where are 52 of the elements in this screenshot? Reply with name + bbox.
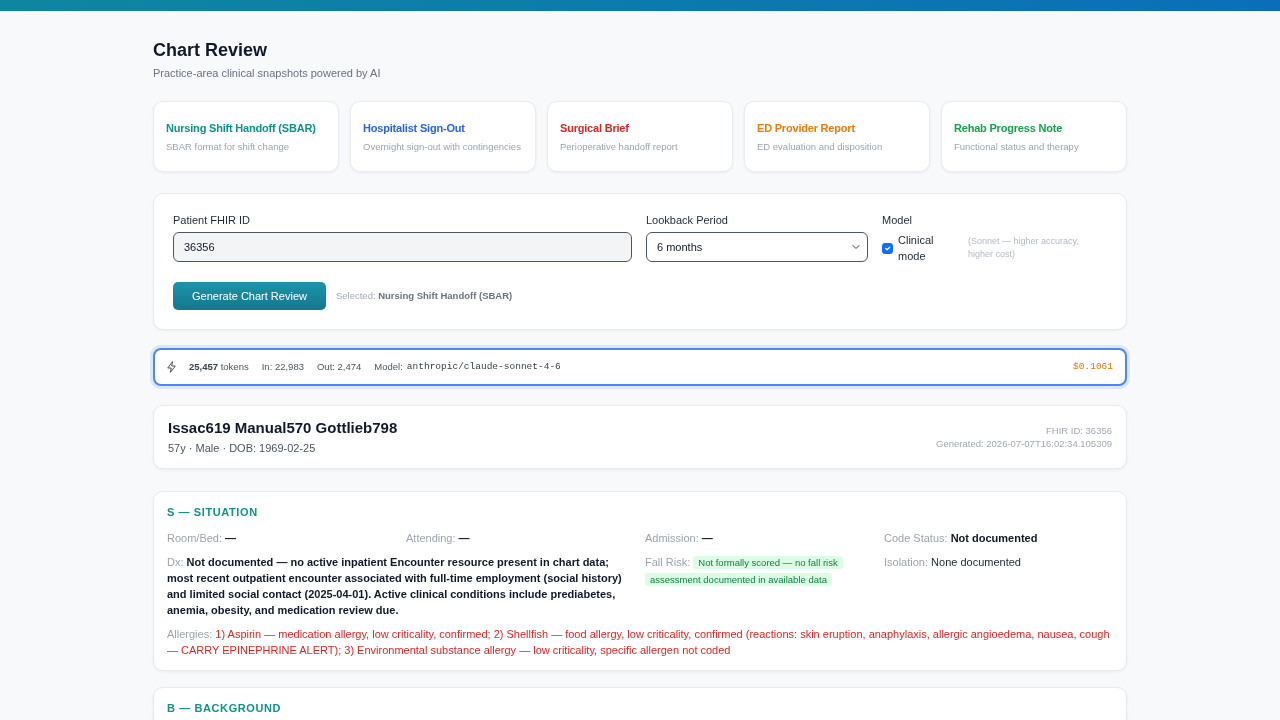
checkbox-label: Clinical mode xyxy=(898,233,935,264)
field-value: Not documented xyxy=(950,532,1038,544)
template-title: Hospitalist Sign-Out xyxy=(363,120,466,136)
patient-name: Issac619 Manual570 Gottlieb798 xyxy=(168,418,398,438)
model-hint: (Sonnet — higher accuracy, higher cost) xyxy=(968,235,1080,261)
generate-button[interactable]: Generate Chart Review xyxy=(173,282,326,310)
section-heading: B — BACKGROUND xyxy=(167,701,283,716)
template-description: ED evaluation and disposition xyxy=(757,139,884,153)
field-value: None documented xyxy=(931,556,1021,568)
page-subtitle: Practice-area clinical snapshots powered by AI xyxy=(153,66,382,81)
model-name: anthropic/claude-sonnet-4-6 xyxy=(406,359,561,374)
template-description: Overnight sign-out with contingencies xyxy=(363,139,522,153)
template-description: SBAR format for shift change xyxy=(166,139,291,153)
template-card[interactable]: Rehab Progress Note Functional status and therapy xyxy=(941,101,1127,172)
template-description: Functional status and therapy xyxy=(954,139,1080,153)
section-heading: S — SITUATION xyxy=(167,505,259,520)
field-label: Isolation: xyxy=(884,556,929,568)
lookback-select[interactable]: 6 months xyxy=(646,232,868,262)
field-value: — xyxy=(701,532,713,544)
template-title: ED Provider Report xyxy=(757,120,856,136)
field-label: Room/Bed: xyxy=(167,532,223,544)
output-tokens: Out: 2,474 xyxy=(316,359,362,374)
template-card[interactable]: Hospitalist Sign-Out Overnight sign-out with contingencies xyxy=(350,101,536,172)
field-label: Patient FHIR ID xyxy=(173,213,252,227)
template-description: Perioperative handoff report xyxy=(560,139,679,153)
generated-timestamp: Generated: 2026-07-07T16:02:34.105309 xyxy=(936,437,1112,450)
token-total: 25,457 tokens xyxy=(189,359,249,374)
clinical-mode-checkbox[interactable] xyxy=(882,242,893,254)
field-label: Attending: xyxy=(406,532,456,544)
patient-details: 57y · Male · DOB: 1969-02-25 xyxy=(168,441,317,456)
template-card[interactable]: ED Provider Report ED evaluation and disposition xyxy=(744,101,930,172)
input-tokens: In: 22,983 xyxy=(261,359,304,374)
cost-amount: $0.1061 xyxy=(1073,359,1113,374)
template-title: Rehab Progress Note xyxy=(954,120,1064,136)
summary-text: Dx: Not documented — no active inpatient Encounter resource present in chart data; most recent outpatient encounter associated with full-time employment (social history) and limited social contact (2025-04-01). Active clinical conditions include prediabetes, anemia, obesity, and medication review due. xyxy=(167,555,623,618)
selected-template-text: Selected: Nursing Shift Handoff (SBAR) xyxy=(335,288,513,303)
template-card[interactable]: Surgical Brief Perioperative handoff report xyxy=(547,101,733,172)
template-title: Nursing Shift Handoff (SBAR) xyxy=(166,120,317,136)
template-title: Surgical Brief xyxy=(560,120,630,136)
template-card[interactable]: Nursing Shift Handoff (SBAR) SBAR format for shift change xyxy=(153,101,339,172)
alert-text: Allergies: 1) Aspirin — medication allergy, low criticality, confirmed; 2) Shellfish — food allergy, low criticality, confirmed (reactions: skin eruption, anaphylaxis, allergic angioedema, nausea, cough — CARRY EPINEPHRINE ALERT); 3) Environmental substance allergy — low criticality, specific allergen not coded xyxy=(167,627,1111,658)
field-value: — xyxy=(225,532,237,544)
page-title: Chart Review xyxy=(153,39,269,61)
field-label: Model xyxy=(882,213,913,227)
model-label: Model: xyxy=(374,359,403,374)
lightning-icon xyxy=(167,361,176,373)
field-label: Code Status: xyxy=(884,532,948,544)
field-label: Admission: xyxy=(645,532,699,544)
field-value: — xyxy=(458,532,470,544)
field-label: Lookback Period xyxy=(646,213,729,227)
patient-id-field[interactable]: 36356 xyxy=(173,232,632,262)
fhir-id: FHIR ID: 36356 xyxy=(1045,424,1112,437)
